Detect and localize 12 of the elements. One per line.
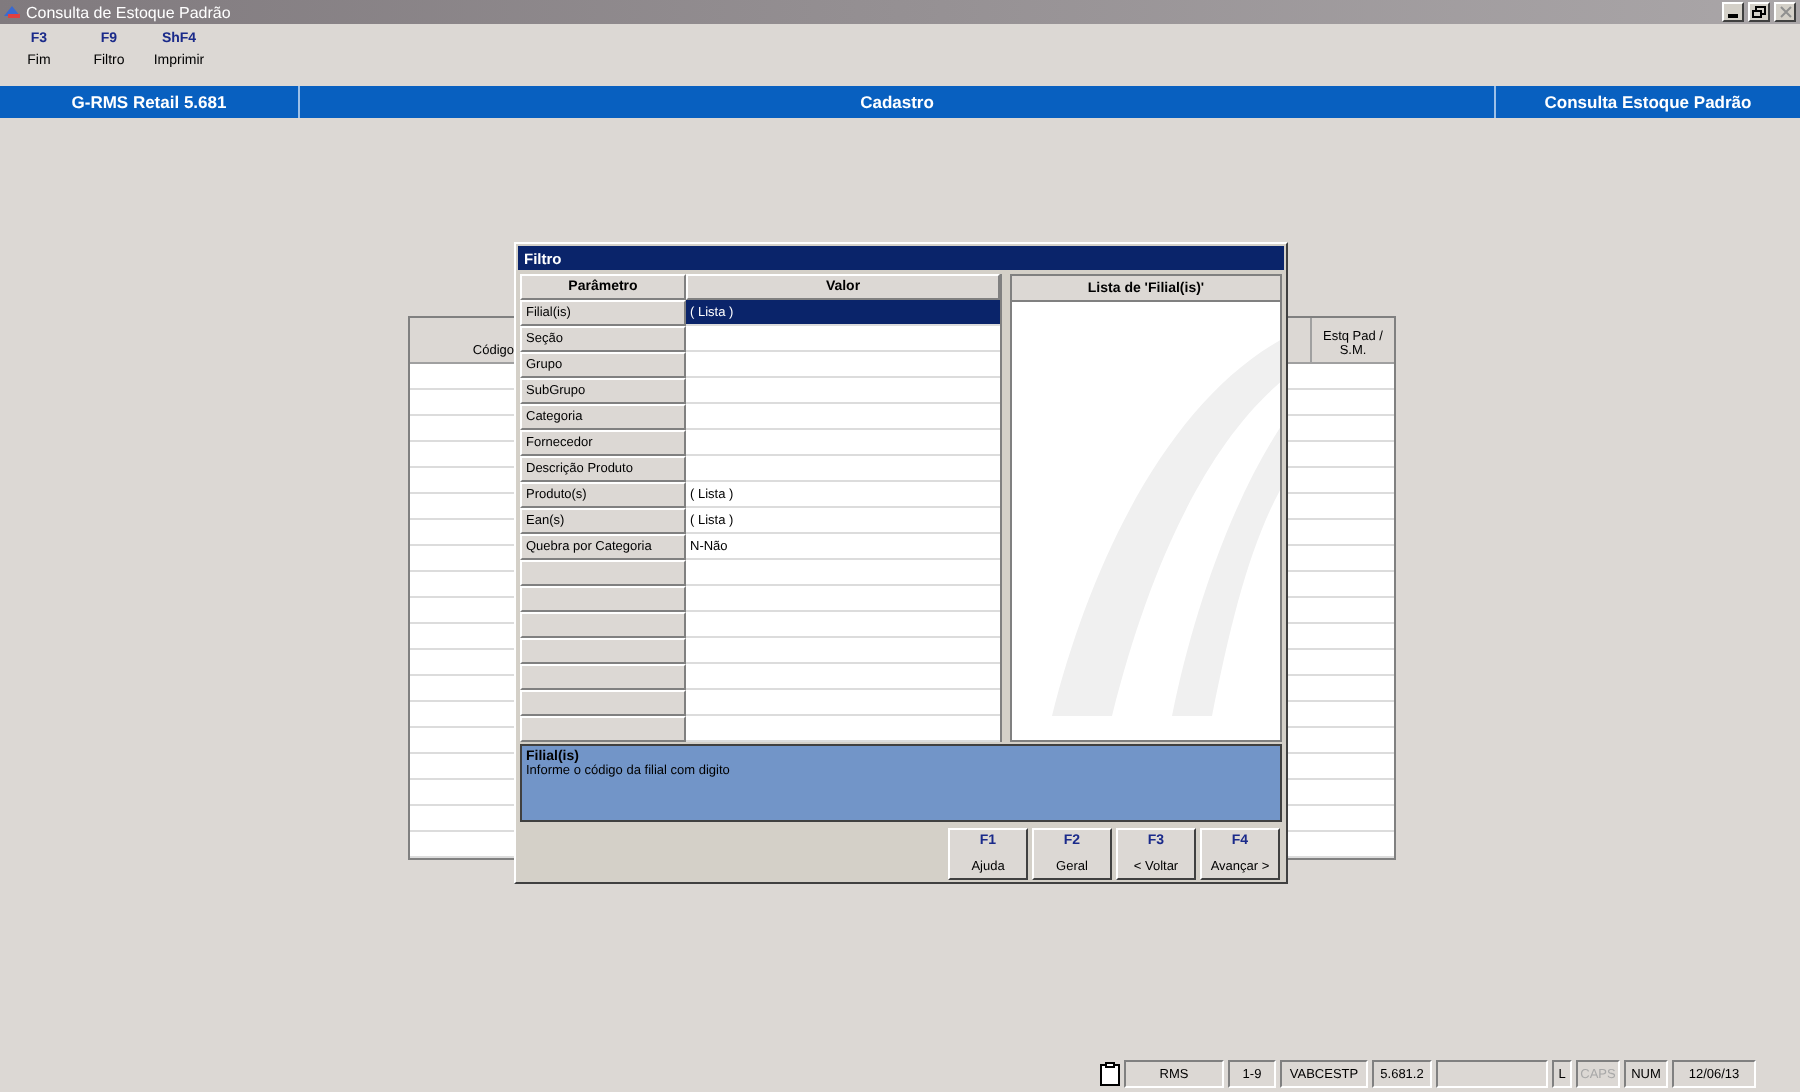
header-label: G-RMS Retail 5.681 — [0, 86, 300, 118]
header-label: Consulta Estoque Padrão — [1542, 90, 1754, 116]
status-field — [1436, 1060, 1548, 1088]
minimize-button[interactable] — [1722, 2, 1744, 22]
restore-button[interactable] — [1748, 2, 1770, 22]
close-button[interactable] — [1774, 2, 1796, 22]
window-title: Consulta de Estoque Padrão — [26, 3, 233, 21]
header-label: Cadastro — [300, 86, 1496, 118]
clipboard-icon — [1100, 1062, 1120, 1086]
close-icon — [1779, 6, 1791, 18]
restore-icon — [1752, 6, 1766, 18]
app-icon — [4, 4, 22, 20]
